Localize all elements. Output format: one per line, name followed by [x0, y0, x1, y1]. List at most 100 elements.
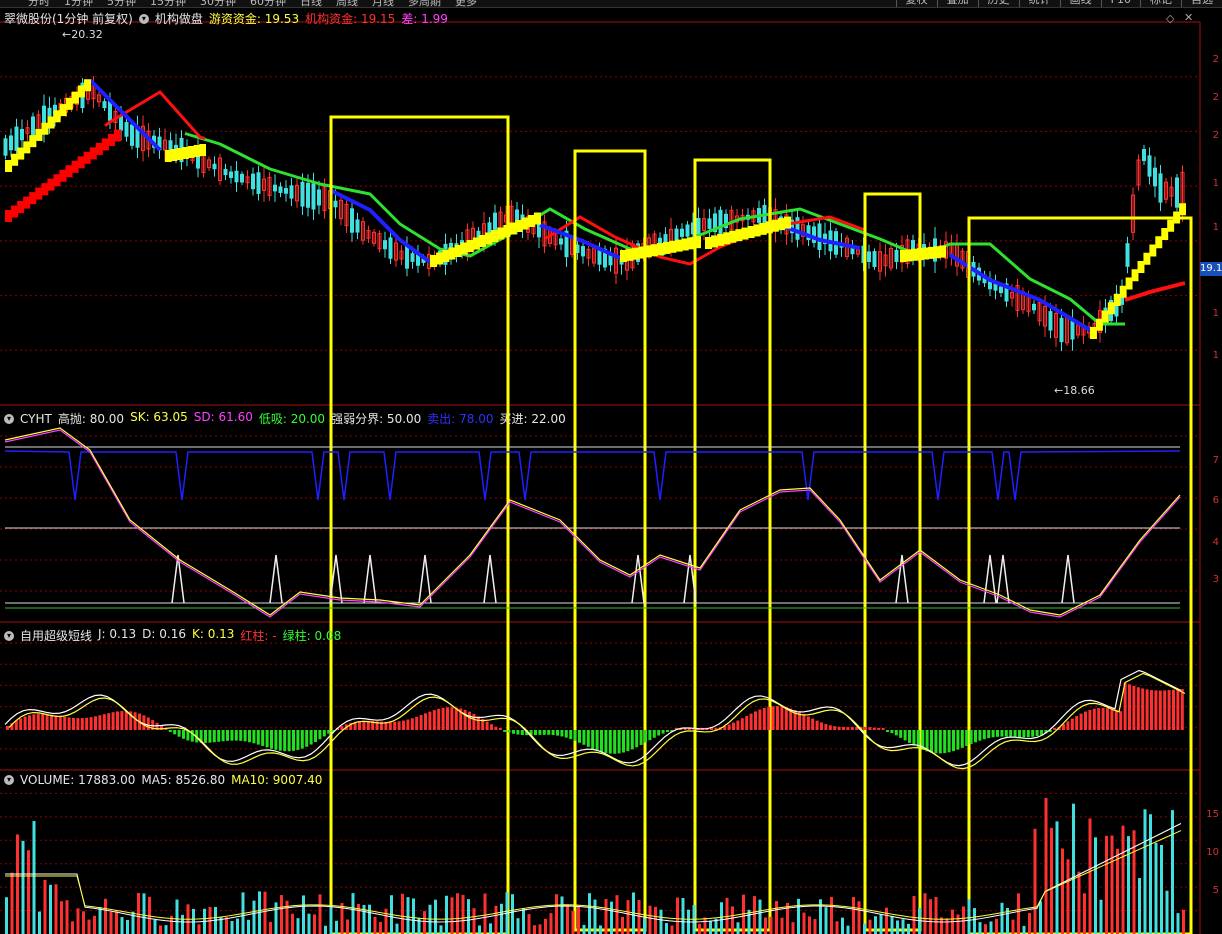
short-bar: [1141, 688, 1145, 730]
volume-bar: [1055, 821, 1059, 934]
volume-bar: [511, 894, 514, 934]
volume-bar: [104, 898, 107, 934]
short-bar: [1066, 721, 1070, 730]
volume-bar: [912, 896, 916, 934]
yellow-band: [741, 227, 749, 240]
indicator-name[interactable]: 机构做盘: [155, 10, 203, 27]
volume-bar: [483, 893, 487, 934]
yellow-band: [509, 222, 517, 235]
yellow-band: [1149, 244, 1157, 257]
short-bar: [938, 730, 942, 754]
volume-axis-tick: 5: [1212, 885, 1219, 896]
stock-title[interactable]: 翠微股份(1分钟 前复权): [4, 10, 133, 27]
volume-bar: [522, 908, 525, 934]
short-bar: [639, 730, 643, 745]
volume-bar: [967, 899, 971, 934]
candle-body: [1147, 155, 1152, 177]
collapse-icon[interactable]: ▾: [138, 13, 149, 24]
short-bar: [828, 725, 832, 730]
short-bar: [1136, 687, 1140, 730]
short-bar: [982, 730, 986, 740]
short-bar: [912, 730, 916, 746]
volume-bar: [1088, 818, 1092, 934]
volume-bar: [945, 918, 949, 934]
yellow-band: [53, 110, 61, 123]
volume-bar: [1044, 797, 1048, 934]
short-bar: [648, 730, 652, 741]
short-bar: [305, 730, 309, 747]
volume-label[interactable]: VOLUME:: [20, 773, 74, 787]
yellow-band: [478, 235, 486, 247]
diamond-icon[interactable]: ◇: [1166, 12, 1174, 25]
candle-body: [1125, 243, 1130, 267]
short-bar: [287, 730, 291, 752]
yellow-band: [460, 242, 468, 255]
short-bar: [996, 730, 999, 737]
volume-bar: [43, 879, 47, 934]
short-bar: [1158, 690, 1162, 730]
volume-bar: [1149, 814, 1152, 934]
short-bar: [872, 727, 876, 730]
yellow-band: [753, 224, 761, 237]
yellow-band: [71, 91, 79, 104]
price-axis-tick: 1: [1212, 350, 1219, 361]
collapse-icon[interactable]: ▾: [4, 775, 14, 785]
short-bar: [542, 730, 546, 735]
short-bar: [476, 716, 480, 730]
volume-bar: [1110, 835, 1114, 934]
short-bar: [943, 730, 947, 754]
candle-body: [696, 218, 701, 235]
volume-bar: [450, 897, 454, 934]
red-band: [53, 174, 61, 187]
candle-body: [817, 223, 822, 251]
collapse-icon[interactable]: ▾: [4, 413, 14, 424]
short-bar: [635, 730, 639, 748]
candle-body: [240, 173, 244, 183]
yellow-band: [777, 218, 785, 231]
short-bar: [842, 727, 845, 730]
short-bar: [441, 707, 445, 730]
collapse-icon[interactable]: ▾: [4, 630, 14, 641]
short-bar: [551, 730, 555, 736]
volume-bar: [885, 907, 888, 934]
yellow-band: [1143, 252, 1151, 265]
candle-body: [311, 183, 316, 210]
volume-bar: [49, 884, 52, 934]
short-bar: [362, 720, 366, 730]
short-bar: [762, 707, 766, 730]
short-bar: [234, 730, 238, 741]
short-bar: [472, 713, 476, 730]
volume-bar: [665, 923, 668, 934]
yellow-band: [939, 245, 946, 258]
red-band: [113, 129, 121, 142]
volume-bar: [1083, 893, 1086, 934]
short-bar: [41, 713, 45, 730]
volume-bar: [1138, 877, 1141, 934]
short-name[interactable]: 自用超级短线: [20, 627, 92, 644]
chart-canvas[interactable]: [0, 0, 1222, 934]
volume-bar: [599, 925, 602, 934]
cyht-axis-tick: 4: [1212, 537, 1219, 548]
short-bar: [107, 713, 111, 730]
candle-body: [251, 173, 255, 190]
volume-bar: [1121, 825, 1125, 934]
short-bar: [564, 730, 568, 738]
price-axis-tick: 1: [1212, 222, 1219, 233]
high-price-mark: ←20.32: [62, 28, 103, 41]
close-icon[interactable]: ✕: [1184, 11, 1193, 24]
yellow-band: [747, 226, 755, 238]
yellow-band: [669, 240, 677, 253]
candle-body: [1175, 177, 1179, 208]
yellow-band: [1137, 261, 1145, 273]
short-panel-header: ▾ 自用超级短线 J: 0.13 D: 0.16 K: 0.13 红柱: - 绿柱: 0…: [4, 627, 341, 644]
short-item-2: K: 0.13: [191, 627, 235, 641]
candle-body: [867, 251, 871, 262]
yellow-band: [485, 232, 493, 245]
volume-bar: [533, 925, 536, 934]
short-item-3: 红柱: -: [240, 629, 277, 643]
volume-bar: [973, 908, 976, 934]
cyht-name[interactable]: CYHT: [20, 412, 52, 426]
short-bar: [868, 727, 872, 730]
short-bar: [19, 718, 23, 730]
volume-bar: [71, 921, 74, 934]
